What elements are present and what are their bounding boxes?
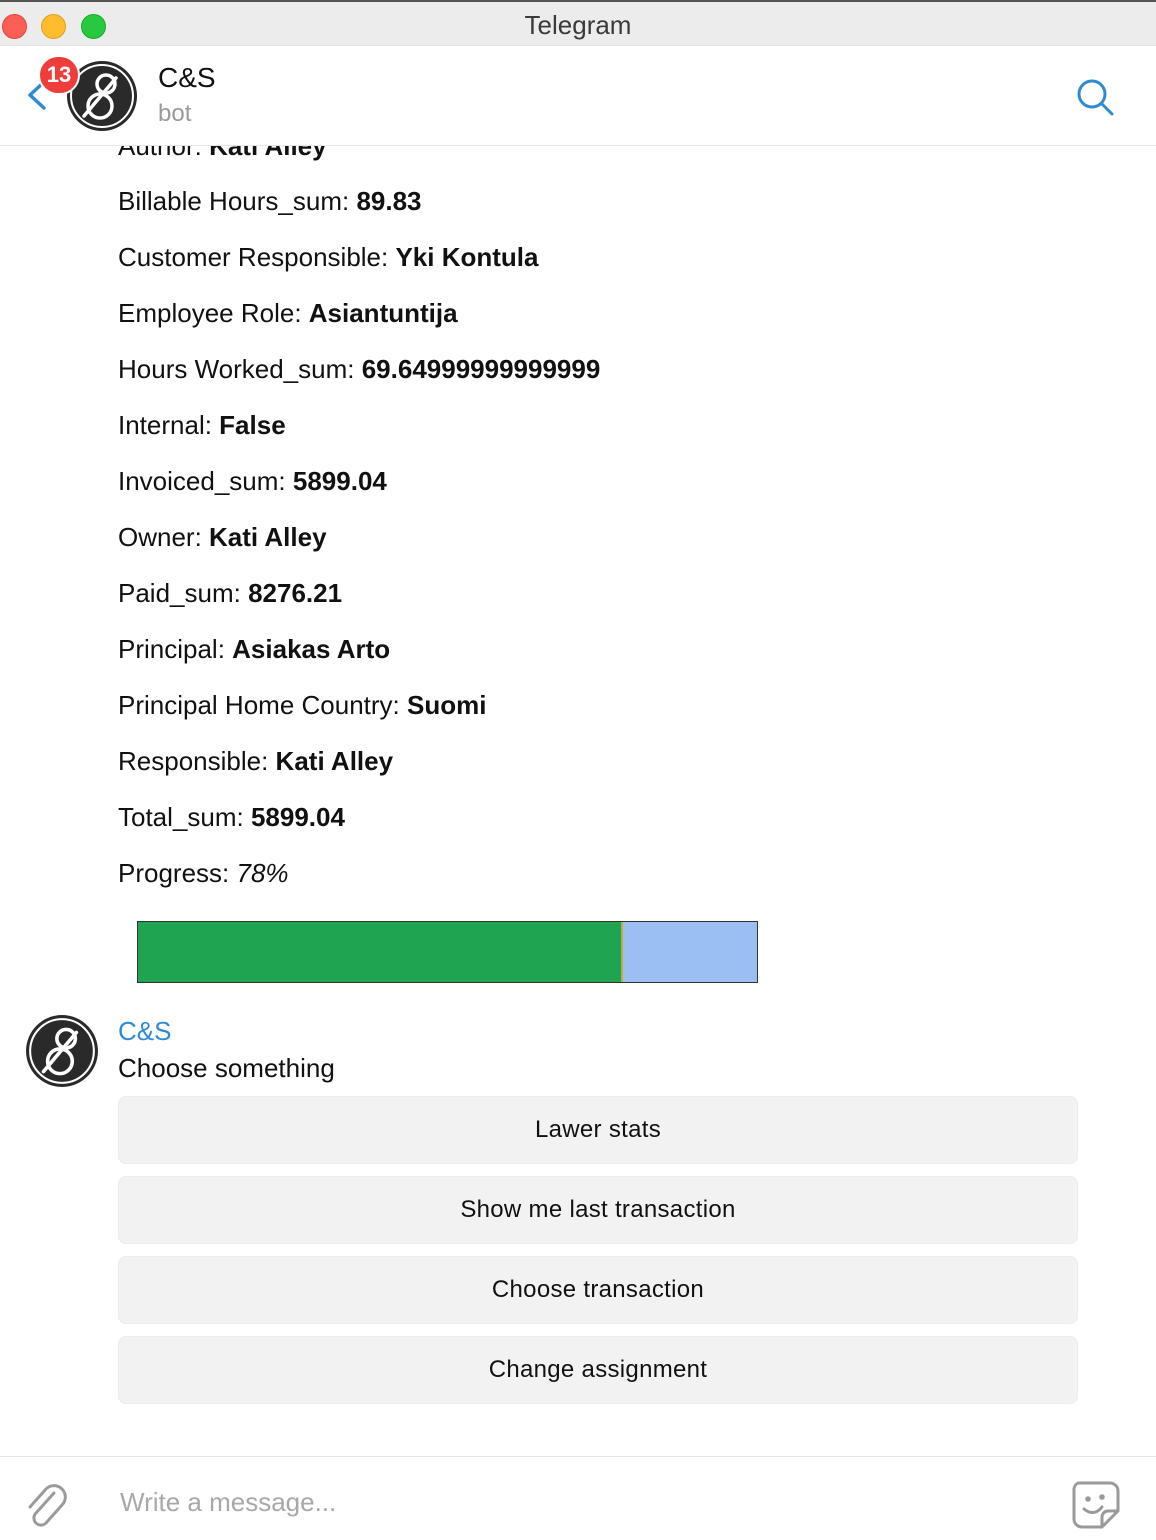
chat-title[interactable]: C&S <box>158 62 216 94</box>
bot-avatar[interactable] <box>25 1014 99 1088</box>
unread-badge: 13 <box>38 55 80 95</box>
message-field: Paid_sum: 8276.21 <box>118 578 343 608</box>
sticker-icon[interactable] <box>1068 1477 1124 1533</box>
search-icon[interactable] <box>1074 76 1116 118</box>
progress-value: 78% <box>236 858 289 888</box>
message-field: Principal Home Country: Suomi <box>118 690 487 720</box>
message-field: Invoiced_sum: 5899.04 <box>118 466 387 496</box>
message-field: Hours Worked_sum: 69.64999999999999 <box>118 354 601 384</box>
choose-transaction-button[interactable]: Choose transaction <box>118 1256 1078 1324</box>
window-title: Telegram <box>524 10 632 40</box>
message-field: Customer Responsible: Yki Kontula <box>118 242 539 272</box>
message-field: Employee Role: Asiantuntija <box>118 298 458 328</box>
message-field: Responsible: Kati Alley <box>118 746 394 776</box>
message-field: Author: Kati Alley <box>118 146 327 161</box>
lawer-stats-button[interactable]: Lawer stats <box>118 1096 1078 1164</box>
message-field: Total_sum: 5899.04 <box>118 802 345 832</box>
window-titlebar: Telegram <box>0 0 1156 46</box>
progress-bar <box>137 921 758 983</box>
progress-bar-fill <box>138 922 623 982</box>
progress-label: Progress: 78% <box>118 858 289 888</box>
message-field: Owner: Kati Alley <box>118 522 327 552</box>
message-composer <box>0 1456 1156 1540</box>
chat-subtitle: bot <box>158 100 192 127</box>
change-assignment-button[interactable]: Change assignment <box>118 1336 1078 1404</box>
message-list[interactable]: Author: Kati Alley Billable Hours_sum: 8… <box>0 146 1156 1456</box>
message-sender[interactable]: C&S <box>118 1016 171 1047</box>
message-input[interactable] <box>118 1481 1022 1523</box>
message-field: Billable Hours_sum: 89.83 <box>118 186 422 216</box>
paperclip-icon[interactable] <box>24 1479 70 1533</box>
message-text: Choose something <box>118 1053 335 1083</box>
chat-header: 13 C&S bot <box>0 46 1156 146</box>
show-last-transaction-button[interactable]: Show me last transaction <box>118 1176 1078 1244</box>
message-field: Principal: Asiakas Arto <box>118 634 391 664</box>
message-field: Internal: False <box>118 410 286 440</box>
